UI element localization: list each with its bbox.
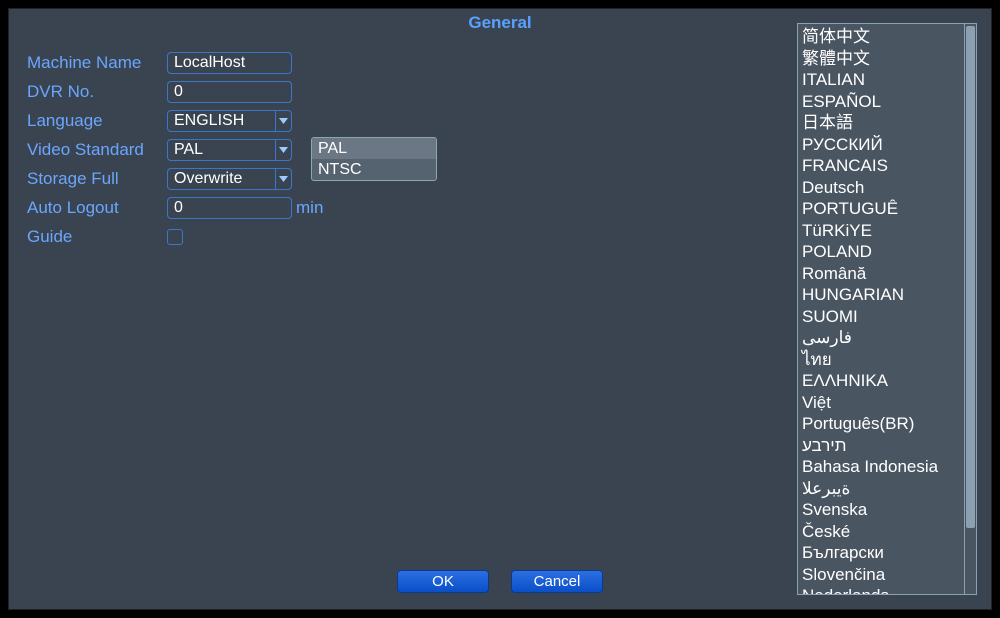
language-option[interactable]: 简体中文 [802, 26, 964, 48]
language-option[interactable]: Bahasa Indonesia [802, 456, 964, 478]
language-label: Language [27, 111, 167, 131]
language-option[interactable]: HUNGARIAN [802, 284, 964, 306]
language-option[interactable]: ةيبرعلا [802, 478, 964, 500]
language-option[interactable]: תירבע [802, 435, 964, 457]
language-option[interactable]: PORTUGUÊ [802, 198, 964, 220]
language-option[interactable]: TüRKiYE [802, 220, 964, 242]
language-option[interactable]: 繁體中文 [802, 48, 964, 70]
video-standard-dropdown: PAL NTSC [311, 137, 437, 181]
ok-button[interactable]: OK [397, 570, 489, 593]
dvr-no-label: DVR No. [27, 82, 167, 102]
language-select-value: ENGLISH [174, 111, 244, 131]
language-option[interactable]: Việt [802, 392, 964, 414]
dvr-no-input[interactable]: 0 [167, 81, 292, 103]
dialog-buttons: OK Cancel [9, 570, 991, 593]
video-standard-select-value: PAL [174, 140, 203, 160]
video-standard-label: Video Standard [27, 140, 167, 160]
storage-full-select-value: Overwrite [174, 169, 242, 189]
language-option[interactable]: ITALIAN [802, 69, 964, 91]
video-standard-option-pal[interactable]: PAL [312, 138, 436, 159]
machine-name-input[interactable]: LocalHost [167, 52, 292, 74]
chevron-down-icon [275, 169, 291, 189]
settings-form: Machine Name LocalHost DVR No. 0 Languag… [27, 49, 323, 252]
language-option[interactable]: Български [802, 542, 964, 564]
machine-name-label: Machine Name [27, 53, 167, 73]
language-option[interactable]: Svenska [802, 499, 964, 521]
language-option[interactable]: РУССКИЙ [802, 134, 964, 156]
language-option[interactable]: Română [802, 263, 964, 285]
language-list-viewport[interactable]: 简体中文繁體中文ITALIANESPAÑOL日本語РУССКИЙFRANCAIS… [798, 24, 964, 594]
auto-logout-input[interactable]: 0 [167, 197, 292, 219]
video-standard-option-ntsc[interactable]: NTSC [312, 159, 436, 180]
chevron-down-icon [275, 140, 291, 160]
guide-label: Guide [27, 227, 167, 247]
language-list-scrollbar[interactable] [964, 24, 976, 594]
cancel-button[interactable]: Cancel [511, 570, 603, 593]
language-list: 简体中文繁體中文ITALIANESPAÑOL日本語РУССКИЙFRANCAIS… [797, 23, 977, 595]
language-option[interactable]: Deutsch [802, 177, 964, 199]
language-option[interactable]: Português(BR) [802, 413, 964, 435]
language-option[interactable]: POLAND [802, 241, 964, 263]
storage-full-label: Storage Full [27, 169, 167, 189]
auto-logout-label: Auto Logout [27, 198, 167, 218]
auto-logout-unit: min [296, 198, 323, 218]
language-option[interactable]: ESPAÑOL [802, 91, 964, 113]
scroll-thumb[interactable] [966, 26, 975, 528]
language-option[interactable]: FRANCAIS [802, 155, 964, 177]
chevron-down-icon [275, 111, 291, 131]
language-option[interactable]: ΕΛΛΗΝΙΚΑ [802, 370, 964, 392]
video-standard-select[interactable]: PAL [167, 139, 292, 161]
guide-checkbox[interactable] [167, 229, 183, 245]
language-option[interactable]: SUOMI [802, 306, 964, 328]
language-option[interactable]: فارسی [802, 327, 964, 349]
storage-full-select[interactable]: Overwrite [167, 168, 292, 190]
language-option[interactable]: ไทย [802, 349, 964, 371]
language-select[interactable]: ENGLISH [167, 110, 292, 132]
general-settings-window: General Machine Name LocalHost DVR No. 0… [8, 8, 992, 610]
language-option[interactable]: České [802, 521, 964, 543]
language-option[interactable]: 日本語 [802, 112, 964, 134]
